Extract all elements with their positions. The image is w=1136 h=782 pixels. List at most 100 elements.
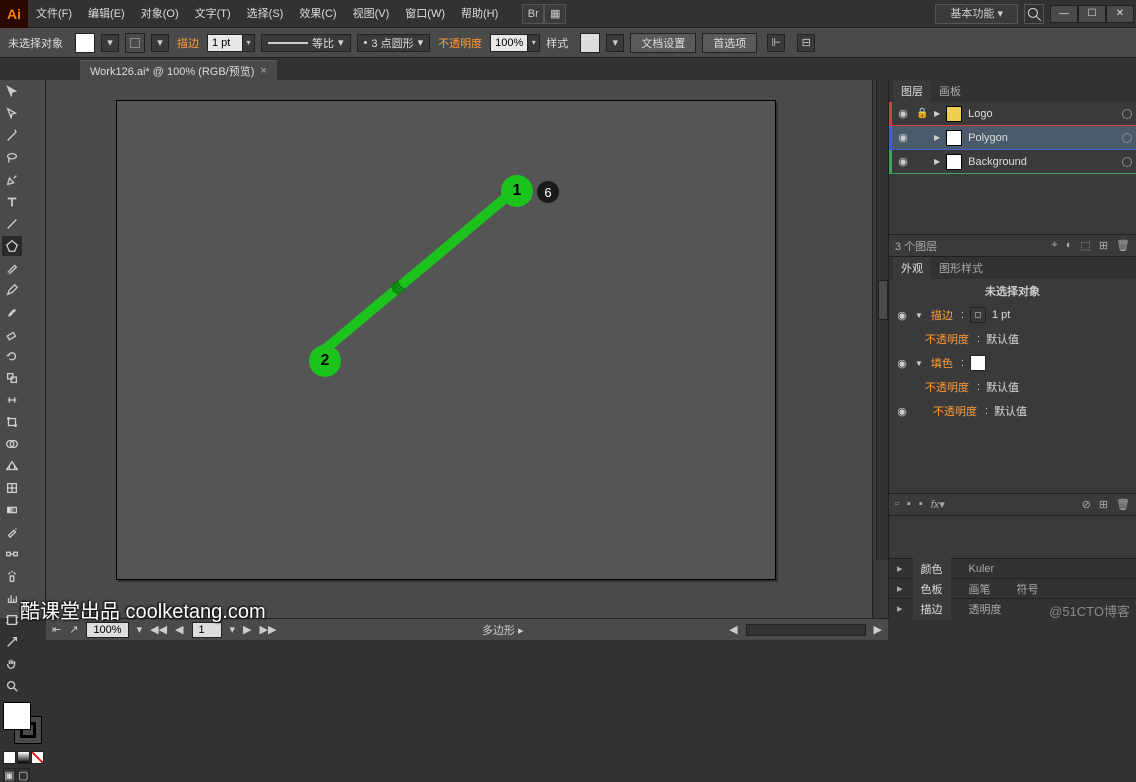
add-stroke-icon[interactable]: ▪ (907, 498, 911, 511)
line-tool[interactable] (2, 214, 22, 234)
tab-brushes[interactable]: 画笔 (961, 578, 999, 600)
hscroll-left-icon[interactable]: ◀ (729, 623, 737, 636)
polygon-edge[interactable] (314, 185, 520, 360)
expand-icon[interactable]: ▶ (934, 109, 940, 118)
tab-layers[interactable]: 图层 (893, 80, 931, 102)
artboard[interactable]: 1 6 2 (116, 100, 776, 580)
layer-name[interactable]: Logo (968, 108, 1116, 120)
expand-icon[interactable]: ▶ (934, 133, 940, 142)
hand-tool[interactable] (2, 654, 22, 674)
clear-icon[interactable]: ⊘ (1082, 498, 1091, 511)
locate-icon[interactable]: ⌖ (1052, 239, 1058, 252)
gradient-mode[interactable] (17, 751, 30, 764)
clip-icon[interactable]: ◐ (1066, 239, 1073, 252)
pencil-tool[interactable] (2, 280, 22, 300)
variable-width-profile[interactable]: 等比 ▾ (261, 34, 351, 52)
visibility-icon[interactable]: ◉ (896, 107, 910, 120)
perspective-tool[interactable] (2, 456, 22, 476)
menu-help[interactable]: 帮助(H) (453, 0, 506, 28)
mesh-tool[interactable] (2, 478, 22, 498)
align-icon[interactable]: ⊩ (767, 34, 785, 52)
appearance-stroke-opacity[interactable]: 不透明度: 默认值 (889, 327, 1136, 351)
add-fill-icon[interactable]: ▪ (919, 498, 923, 511)
new-art-icon[interactable]: ▫ (895, 498, 899, 511)
artboard-next2-icon[interactable]: ▶▶ (260, 623, 277, 636)
gradient-tool[interactable] (2, 500, 22, 520)
direct-selection-tool[interactable] (2, 104, 22, 124)
artboard-export-icon[interactable]: ↗ (69, 623, 78, 636)
selection-tool[interactable] (2, 82, 22, 102)
tab-artboards[interactable]: 画板 (931, 80, 969, 102)
menu-file[interactable]: 文件(F) (28, 0, 80, 28)
tab-appearance[interactable]: 外观 (893, 257, 931, 279)
visibility-icon[interactable]: ◉ (895, 309, 909, 322)
preferences-button[interactable]: 首选项 (702, 33, 757, 53)
stroke-color-swatch[interactable] (970, 307, 986, 323)
menu-window[interactable]: 窗口(W) (397, 0, 453, 28)
expand-icon[interactable]: ▶ (934, 157, 940, 166)
layer-row-polygon[interactable]: ◉ ▶ Polygon (889, 126, 1136, 150)
fill-box[interactable] (3, 702, 31, 730)
shape-builder-tool[interactable] (2, 434, 22, 454)
appearance-fill-opacity[interactable]: 不透明度: 默认值 (889, 375, 1136, 399)
fill-dropdown[interactable]: ▾ (101, 34, 119, 52)
layer-name[interactable]: Polygon (968, 132, 1116, 144)
none-mode[interactable] (31, 751, 44, 764)
style-dropdown[interactable]: ▾ (606, 34, 624, 52)
artboard-next-icon[interactable]: ▶ (243, 623, 251, 636)
menu-view[interactable]: 视图(V) (345, 0, 398, 28)
stroke-weight-dropdown[interactable]: ▾ (243, 34, 255, 52)
type-tool[interactable] (2, 192, 22, 212)
stroke-label[interactable]: 描边 (175, 35, 201, 51)
minimize-button[interactable]: — (1050, 5, 1078, 23)
eyedropper-tool[interactable] (2, 522, 22, 542)
stroke-label[interactable]: 描边 (929, 307, 955, 323)
layer-row-background[interactable]: ◉ ▶ Background (889, 150, 1136, 174)
lock-icon[interactable]: 🔒 (916, 108, 928, 119)
new-sublayer-icon[interactable]: ⬚ (1080, 239, 1090, 252)
fill-label[interactable]: 填色 (929, 355, 955, 371)
layer-row-logo[interactable]: ◉ 🔒 ▶ Logo (889, 102, 1136, 126)
stroke-weight-field[interactable]: 1 pt (207, 34, 243, 52)
screen-mode-full[interactable]: ▢ (17, 768, 30, 781)
layer-name[interactable]: Background (968, 156, 1116, 168)
free-transform-tool[interactable] (2, 412, 22, 432)
delete-icon[interactable]: 🗑 (1116, 498, 1130, 511)
tab-kuler[interactable]: Kuler (961, 560, 1003, 578)
tab-swatches[interactable]: 色板 (913, 578, 951, 600)
bridge-icon[interactable]: Br (522, 4, 544, 24)
graph-tool[interactable] (2, 588, 22, 608)
menu-effect[interactable]: 效果(C) (291, 0, 344, 28)
new-layer-icon[interactable]: ⊞ (1099, 239, 1108, 252)
tab-color[interactable]: 颜色 (913, 558, 951, 580)
visibility-icon[interactable]: ◉ (896, 155, 910, 168)
opacity-label[interactable]: 不透明度 (923, 379, 971, 395)
visibility-icon[interactable]: ◉ (896, 131, 910, 144)
scale-tool[interactable] (2, 368, 22, 388)
tab-graphic-styles[interactable]: 图形样式 (931, 257, 991, 279)
arrange-icon[interactable]: ▦ (544, 4, 566, 24)
opacity-label[interactable]: 不透明度 (923, 331, 971, 347)
tab-transparency[interactable]: 透明度 (961, 598, 1010, 620)
expand-icon[interactable]: ▼ (915, 359, 923, 368)
paintbrush-tool[interactable] (2, 258, 22, 278)
opacity-field[interactable]: 100% (490, 34, 528, 52)
document-tab[interactable]: Work126.ai* @ 100% (RGB/预览) × (80, 60, 277, 80)
close-button[interactable]: ✕ (1106, 5, 1134, 23)
magic-wand-tool[interactable] (2, 126, 22, 146)
target-icon[interactable] (1122, 133, 1132, 143)
appearance-stroke-row[interactable]: ◉ ▼ 描边: 1 pt (889, 303, 1136, 327)
expand-icon[interactable]: ▼ (915, 311, 923, 320)
appearance-opacity-row[interactable]: ◉ 不透明度: 默认值 (889, 399, 1136, 423)
add-effect-icon[interactable]: fx▾ (931, 498, 945, 511)
target-icon[interactable] (1122, 109, 1132, 119)
slice-tool[interactable] (2, 632, 22, 652)
tab-symbols[interactable]: 符号 (1009, 578, 1047, 600)
visibility-icon[interactable]: ◉ (895, 405, 909, 418)
shape-tool[interactable] (2, 236, 22, 256)
fill-color-swatch[interactable] (970, 355, 986, 371)
blob-brush-tool[interactable] (2, 302, 22, 322)
maximize-button[interactable]: ☐ (1078, 5, 1106, 23)
opacity-dropdown[interactable]: ▾ (528, 34, 540, 52)
menu-select[interactable]: 选择(S) (239, 0, 292, 28)
